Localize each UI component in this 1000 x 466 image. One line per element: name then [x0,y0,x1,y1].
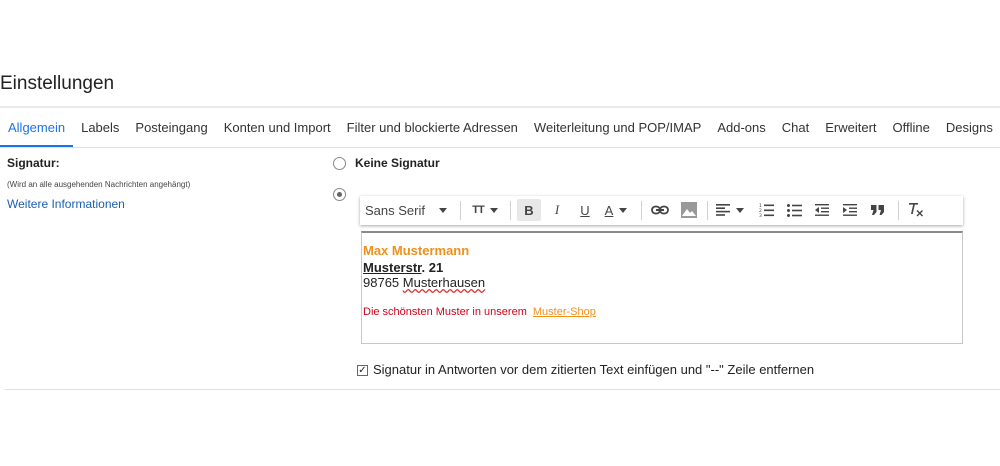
tab-designs[interactable]: Designs [938,108,1000,148]
bold-icon[interactable]: B [517,199,541,221]
indent-less-icon[interactable] [810,199,834,221]
toolbar-divider [510,201,511,220]
chevron-down-icon [736,207,744,213]
settings-tabs: Allgemein Labels Posteingang Konten und … [0,108,1000,148]
section-divider [5,389,1000,390]
promo-text: Die schönsten Muster in unserem [363,306,527,318]
text-color-icon[interactable]: A [598,199,634,221]
bulleted-list-icon[interactable] [782,199,806,221]
street-name: Musterstr [363,260,422,275]
zip-code: 98765 [363,275,403,290]
tab-erweitert[interactable]: Erweitert [817,108,884,148]
tab-add-ons[interactable]: Add-ons [709,108,773,148]
tab-filter[interactable]: Filter und blockierte Adressen [339,108,526,148]
font-size-glyph: TT [472,204,484,216]
signature-label: Signatur: [7,156,60,170]
toolbar-divider [707,201,708,220]
font-size-icon[interactable]: TT [466,199,504,221]
tab-labels[interactable]: Labels [73,108,127,148]
tab-allgemein[interactable]: Allgemein [0,108,74,148]
svg-text:3: 3 [759,213,762,217]
custom-signature-radio[interactable] [333,188,346,201]
page-title: Einstellungen [0,73,115,94]
no-signature-label: Keine Signatur [355,156,440,170]
street-number: . 21 [421,260,444,275]
no-signature-radio[interactable] [333,157,346,170]
remove-formatting-icon[interactable] [904,199,928,221]
link-icon[interactable] [648,199,672,221]
toolbar-divider [460,201,461,220]
signature-street: Musterstr. 21 [363,260,443,275]
underline-icon[interactable]: U [573,199,597,221]
chevron-down-icon [619,207,628,213]
indent-more-icon[interactable] [838,199,862,221]
signature-promo: Die schönsten Muster in unserem Muster-Sh… [363,306,596,318]
tab-posteingang[interactable]: Posteingang [127,108,215,148]
quote-icon[interactable] [866,199,890,221]
tab-offline[interactable]: Offline [885,108,938,148]
formatting-toolbar: Sans Serif TT B I U A 123 [360,196,963,225]
reply-signature-checkbox[interactable]: ✓ [357,365,368,376]
city-name: Musterhausen [402,275,486,290]
signature-name: Max Mustermann [363,243,470,258]
tab-weiterleitung[interactable]: Weiterleitung und POP/IMAP [526,108,709,148]
align-icon[interactable] [712,199,748,221]
reply-signature-label: Signatur in Antworten vor dem zitierten … [373,362,815,377]
italic-icon[interactable]: I [545,199,569,221]
toolbar-divider [641,201,642,220]
font-family-label: Sans Serif [365,202,425,218]
tab-konten-und-import[interactable]: Konten und Import [216,108,339,148]
chevron-down-icon [438,207,447,213]
tab-chat[interactable]: Chat [774,108,817,148]
image-icon[interactable] [677,199,701,221]
shop-link[interactable]: Muster-Shop [533,306,596,318]
more-info-link[interactable]: Weitere Informationen [7,197,125,211]
tabs-divider [0,147,1000,148]
signature-sublabel: (Wird an alle ausgehenden Nachrichten an… [7,180,191,189]
toolbar-divider [898,201,899,220]
font-family-select[interactable]: Sans Serif [364,199,456,221]
text-color-glyph: A [604,202,614,218]
signature-editor[interactable]: Max Mustermann Musterstr. 21 98765 Muste… [361,231,963,344]
numbered-list-icon[interactable]: 123 [754,199,778,221]
signature-city: 98765 Musterhausen [363,275,485,290]
chevron-down-icon [489,207,498,213]
